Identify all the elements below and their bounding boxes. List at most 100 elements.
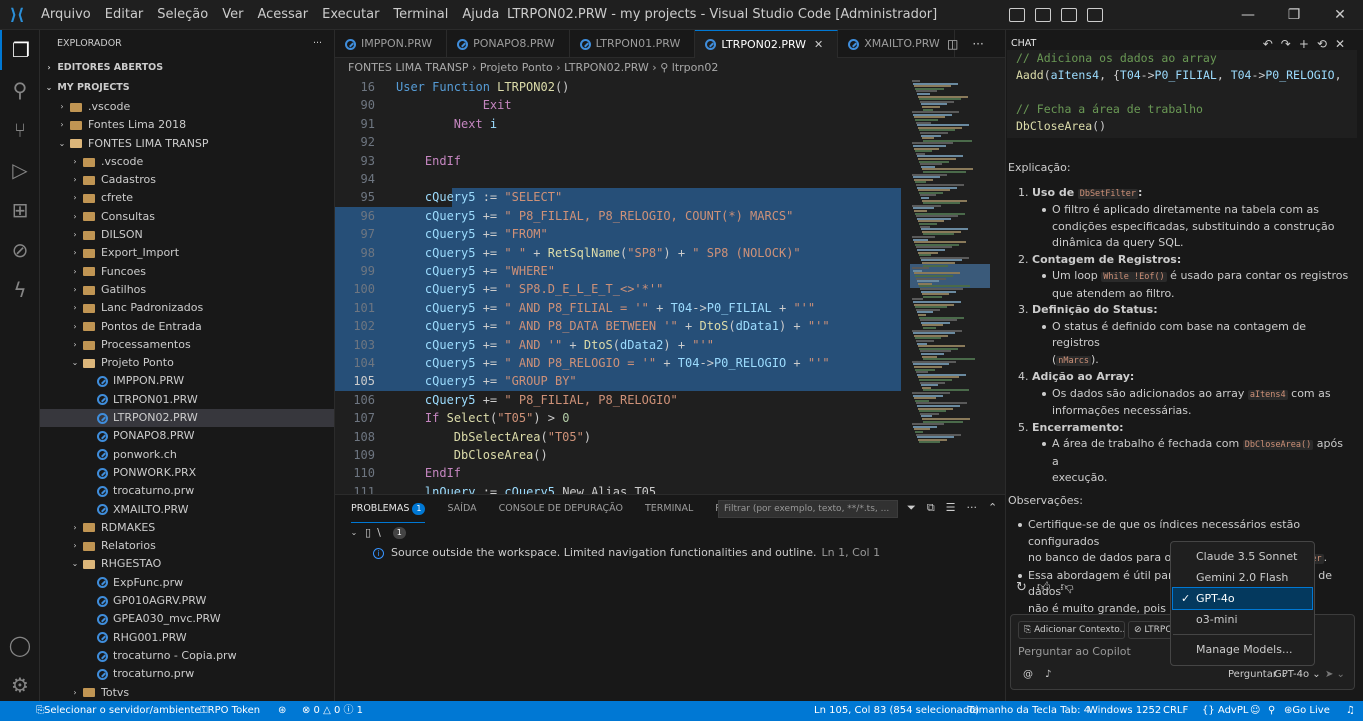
more-actions-icon[interactable]: ··· (313, 30, 322, 58)
mention-icon[interactable]: @ (1023, 669, 1033, 680)
model-option[interactable]: o3-mini (1173, 609, 1312, 630)
thumbs-down-icon[interactable]: 👎︎ (1061, 580, 1074, 595)
explorer-icon[interactable]: ❐ (0, 30, 40, 70)
toggle-panel-icon[interactable] (1061, 8, 1077, 22)
folder-item[interactable]: › RDMAKES (40, 519, 334, 537)
thumbs-up-icon[interactable]: 👍︎ (1037, 580, 1051, 595)
copilot-status-icon[interactable]: ☺ (1250, 701, 1260, 721)
rpo-token[interactable]: ⚿ RPO Token (200, 701, 260, 721)
go-live-button[interactable]: ⊛ Go Live (1284, 701, 1330, 721)
file-item[interactable]: trocaturno - Copia.prw (40, 647, 334, 665)
file-item[interactable]: trocaturno.prw (40, 482, 334, 500)
panel-tab-0[interactable]: PROBLEMAS 1 (351, 495, 426, 523)
settings-gear-icon[interactable]: ⚙ (0, 665, 40, 705)
folder-item[interactable]: › Funcoes (40, 263, 334, 281)
folder-item[interactable]: › Export_Import (40, 244, 334, 262)
tab-ponapo8-prw[interactable]: PONAPO8.PRW (447, 30, 570, 58)
breadcrumb[interactable]: FONTES LIMA TRANSP › Projeto Ponto › LTR… (335, 58, 1005, 78)
toggle-sidebar-icon[interactable] (1035, 8, 1051, 22)
file-item[interactable]: ExpFunc.prw (40, 574, 334, 592)
file-item[interactable]: PONWORK.PRX (40, 464, 334, 482)
folder-item[interactable]: › .vscode (40, 153, 334, 171)
encoding[interactable]: Windows 1252 (1088, 701, 1161, 721)
run-debug-icon[interactable]: ▷ (0, 150, 40, 190)
model-option[interactable]: Gemini 2.0 Flash (1173, 567, 1312, 588)
folder-item[interactable]: › Totvs (40, 684, 334, 702)
minimap[interactable] (910, 78, 990, 494)
close-chat-icon[interactable]: ✕ (1335, 37, 1353, 51)
close-window-icon[interactable]: ✕ (1317, 0, 1363, 30)
folder-item[interactable]: › Cadastros (40, 171, 334, 189)
folder-item[interactable]: › DILSON (40, 226, 334, 244)
source-control-icon[interactable]: ⑂ (0, 110, 40, 150)
menu-seleção[interactable]: Seleção (150, 0, 215, 30)
cursor-position[interactable]: Ln 105, Col 83 (854 selecionado) (814, 701, 979, 721)
problems-filter-input[interactable]: Filtrar (por exemplo, texto, **/*.ts, ..… (718, 500, 898, 518)
menu-editar[interactable]: Editar (98, 0, 151, 30)
file-item[interactable]: RHG001.PRW (40, 629, 334, 647)
no-symbol-icon[interactable]: ⊘ (0, 230, 40, 270)
restore-icon[interactable]: ❐ (1271, 0, 1317, 30)
workspace-section[interactable]: ⌄ MY PROJECTS (40, 78, 334, 98)
folder-item[interactable]: › Gatilhos (40, 281, 334, 299)
search-icon[interactable]: ⚲ (0, 70, 40, 110)
folder-item[interactable]: › .vscode (40, 98, 334, 116)
toggle-secondary-sidebar-icon[interactable] (1087, 8, 1103, 22)
folder-item[interactable]: ⌄ FONTES LIMA TRANSP (40, 135, 334, 153)
split-editor-icon[interactable]: ◫ (947, 30, 958, 58)
problem-file-row[interactable]: ⌄ ▯ \ 1 (335, 523, 1005, 543)
panel-tab-1[interactable]: SAÍDA (447, 495, 476, 523)
account-icon[interactable]: ◯ (0, 625, 40, 665)
file-item[interactable]: IMPPON.PRW (40, 372, 334, 390)
maximize-panel-icon[interactable]: ⌃ (988, 501, 997, 515)
file-item[interactable]: ponwork.ch (40, 446, 334, 464)
minimize-icon[interactable]: — (1225, 0, 1271, 30)
copilot-icon[interactable] (1009, 8, 1025, 22)
model-picker[interactable]: GPT-4o ⌄ (1274, 669, 1321, 680)
folder-item[interactable]: › Lanc Padronizados (40, 299, 334, 317)
file-item[interactable]: PONAPO8.PRW (40, 427, 334, 445)
menu-arquivo[interactable]: Arquivo (34, 0, 98, 30)
send-icon[interactable]: ➤ ⌄ (1325, 669, 1345, 680)
file-item[interactable]: trocaturno.prw (40, 665, 334, 683)
undo-icon[interactable]: ↶ (1263, 37, 1281, 51)
open-editors-section[interactable]: › EDITORES ABERTOS (40, 58, 334, 78)
menu-terminal[interactable]: Terminal (386, 0, 455, 30)
filter-icon[interactable]: ⏷ (907, 501, 916, 515)
collapse-all-icon[interactable]: ⧉ (927, 501, 935, 515)
live-share-icon[interactable]: ⚲ (1268, 701, 1275, 721)
file-item[interactable]: GP010AGRV.PRW (40, 592, 334, 610)
menu-acessar[interactable]: Acessar (250, 0, 315, 30)
file-item[interactable]: XMAILTO.PRW (40, 501, 334, 519)
folder-item[interactable]: › cfrete (40, 189, 334, 207)
broadcast-icon[interactable]: ⊛ (278, 701, 286, 721)
problems-status[interactable]: ⊗ 0 △ 0 ⓘ 1 (302, 701, 363, 721)
menu-ajuda[interactable]: Ajuda (455, 0, 506, 30)
new-chat-icon[interactable]: + (1299, 37, 1317, 51)
tab-size[interactable]: Tamanho da Tecla Tab: 4 (968, 701, 1090, 721)
chat-input[interactable]: Perguntar ao Copilot (1018, 645, 1131, 658)
folder-item[interactable]: ⌄ RHGESTAO (40, 555, 334, 573)
menu-executar[interactable]: Executar (315, 0, 386, 30)
microphone-icon[interactable]: ♪ (1045, 669, 1051, 680)
editor-more-icon[interactable]: ··· (972, 30, 983, 58)
file-item[interactable]: LTRPON02.PRW (40, 409, 334, 428)
close-icon[interactable]: ✕ (814, 31, 823, 59)
view-as-list-icon[interactable]: ☰ (946, 501, 956, 515)
lightning-icon[interactable]: ϟ (0, 270, 40, 310)
menu-ver[interactable]: Ver (215, 0, 250, 30)
model-option[interactable]: Claude 3.5 Sonnet (1173, 546, 1312, 567)
end-of-line[interactable]: CRLF (1163, 701, 1188, 721)
file-item[interactable]: GPEA030_mvc.PRW (40, 610, 334, 628)
model-option[interactable]: GPT-4o (1172, 587, 1313, 610)
folder-item[interactable]: ⌄ Projeto Ponto (40, 354, 334, 372)
panel-tab-2[interactable]: CONSOLE DE DEPURAÇÃO (499, 495, 623, 523)
language-mode[interactable]: {} AdvPL (1202, 701, 1248, 721)
code-editor[interactable]: 16 User Function LTRPON02() 90 Exit 91 Next… (335, 78, 1005, 494)
more-panel-icon[interactable]: ··· (967, 501, 978, 515)
file-context-chip[interactable]: ⊘ LTRPON (1128, 621, 1176, 639)
problem-row[interactable]: i Source outside the workspace. Limited … (335, 543, 1005, 563)
folder-item[interactable]: › Consultas (40, 208, 334, 226)
server-selector[interactable]: ⎘ Selecionar o servidor/ambiente (36, 701, 201, 721)
folder-item[interactable]: › Pontos de Entrada (40, 318, 334, 336)
